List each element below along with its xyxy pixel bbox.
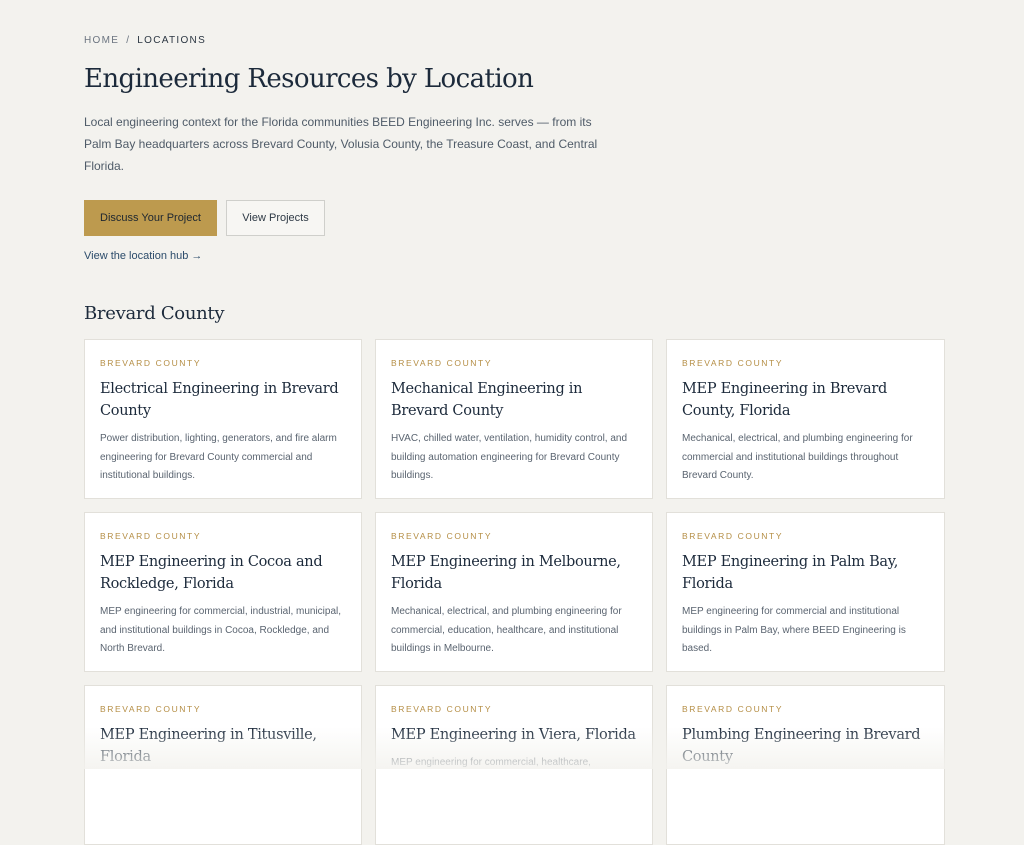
section-title: Brevard County <box>84 303 225 324</box>
location-cards-grid: BREVARD COUNTY Electrical Engineering in… <box>84 339 945 845</box>
location-card[interactable]: BREVARD COUNTY MEP Engineering in Titusv… <box>84 685 362 845</box>
view-projects-button[interactable]: View Projects <box>226 200 325 236</box>
card-description: Power distribution, lighting, generators… <box>100 433 337 481</box>
location-card[interactable]: BREVARD COUNTY Plumbing Engineering in B… <box>666 685 945 845</box>
card-title[interactable]: MEP Engineering in Viera, Florida <box>391 724 637 746</box>
card-region-tag: BREVARD COUNTY <box>682 358 784 368</box>
location-card[interactable]: BREVARD COUNTY MEP Engineering in Melbou… <box>375 512 653 672</box>
location-card[interactable]: BREVARD COUNTY MEP Engineering in Brevar… <box>666 339 945 499</box>
card-title[interactable]: MEP Engineering in Brevard County, Flori… <box>682 378 929 422</box>
card-region-tag: BREVARD COUNTY <box>391 358 493 368</box>
location-card[interactable]: BREVARD COUNTY Electrical Engineering in… <box>84 339 362 499</box>
card-description: MEP engineering for commercial and insti… <box>682 606 906 654</box>
breadcrumb-home-link[interactable]: HOME <box>84 35 119 46</box>
location-card[interactable]: BREVARD COUNTY Mechanical Engineering in… <box>375 339 653 499</box>
card-region-tag: BREVARD COUNTY <box>391 531 493 541</box>
card-region-tag: BREVARD COUNTY <box>682 531 784 541</box>
card-title[interactable]: Plumbing Engineering in Brevard County <box>682 724 929 768</box>
card-region-tag: BREVARD COUNTY <box>391 704 493 714</box>
card-title[interactable]: Mechanical Engineering in Brevard County <box>391 378 637 422</box>
card-title[interactable]: MEP Engineering in Palm Bay, Florida <box>682 551 929 595</box>
card-description: Mechanical, electrical, and plumbing eng… <box>682 433 913 481</box>
card-title[interactable]: MEP Engineering in Melbourne, Florida <box>391 551 637 595</box>
card-region-tag: BREVARD COUNTY <box>100 531 202 541</box>
card-region-tag: BREVARD COUNTY <box>682 704 784 714</box>
card-description: MEP engineering for commercial, industri… <box>100 606 342 654</box>
breadcrumb-separator: / <box>126 35 131 46</box>
breadcrumb-current: LOCATIONS <box>137 35 207 46</box>
location-hub-link[interactable]: View the location hub → <box>84 250 202 262</box>
location-card[interactable]: BREVARD COUNTY MEP Engineering in Viera,… <box>375 685 653 845</box>
location-card[interactable]: BREVARD COUNTY MEP Engineering in Cocoa … <box>84 512 362 672</box>
card-region-tag: BREVARD COUNTY <box>100 358 202 368</box>
card-description: HVAC, chilled water, ventilation, humidi… <box>391 433 628 481</box>
card-region-tag: BREVARD COUNTY <box>100 704 202 714</box>
card-title[interactable]: MEP Engineering in Cocoa and Rockledge, … <box>100 551 346 595</box>
discuss-project-button[interactable]: Discuss Your Project <box>84 200 217 236</box>
card-title[interactable]: Electrical Engineering in Brevard County <box>100 378 346 422</box>
card-description: Mechanical, electrical, and plumbing eng… <box>391 606 622 654</box>
page-title: Engineering Resources by Location <box>84 64 534 94</box>
intro-text: Local engineering context for the Florid… <box>84 115 598 173</box>
card-title[interactable]: MEP Engineering in Titusville, Florida <box>100 724 346 768</box>
breadcrumb: HOME / LOCATIONS <box>84 35 206 46</box>
card-description: MEP engineering for commercial, healthca… <box>391 757 591 768</box>
location-card[interactable]: BREVARD COUNTY MEP Engineering in Palm B… <box>666 512 945 672</box>
